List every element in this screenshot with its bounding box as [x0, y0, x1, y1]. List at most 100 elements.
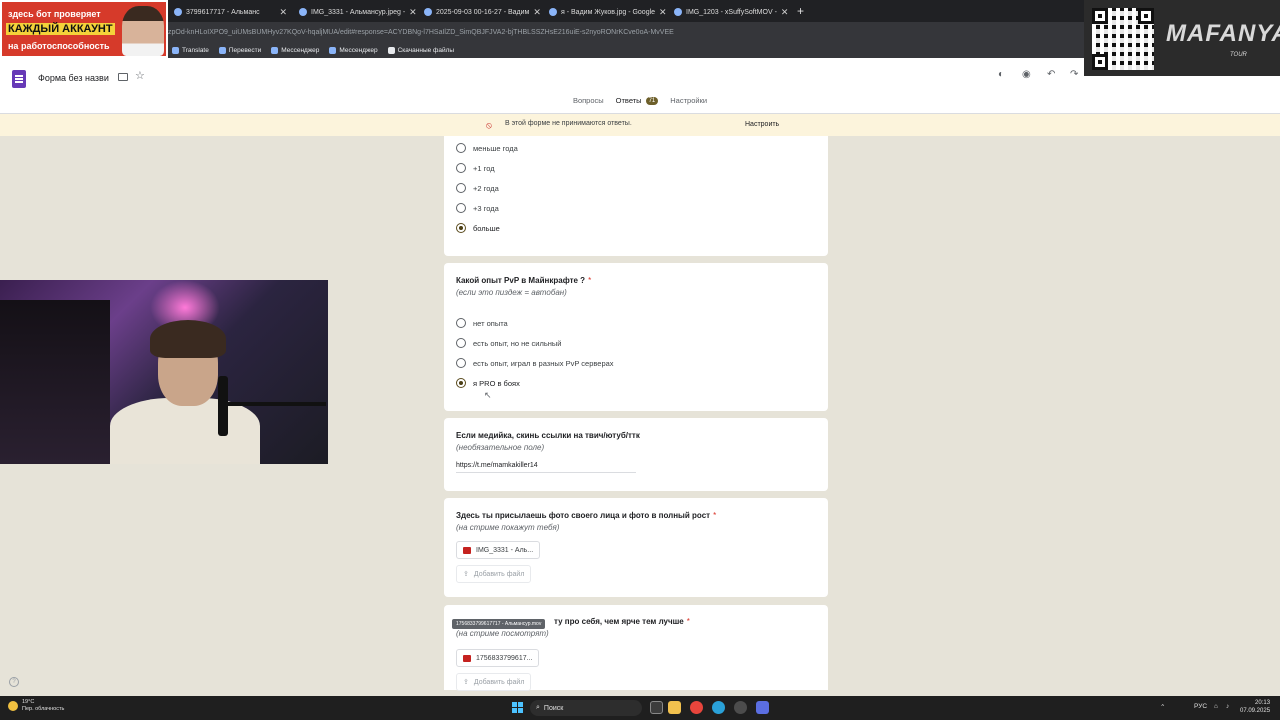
tab-questions[interactable]: Вопросы	[573, 96, 604, 109]
configure-button[interactable]: Настроить	[745, 121, 779, 128]
qr-code-icon	[1092, 8, 1154, 70]
palette-icon[interactable]: ◐	[998, 69, 1004, 80]
tab-favicon-icon	[174, 8, 182, 16]
required-asterisk: *	[686, 617, 690, 626]
add-file-button[interactable]: ⇪ Добавить файл	[456, 565, 532, 583]
radio-button[interactable]	[456, 358, 466, 368]
radio-option-selected[interactable]: больше	[456, 223, 500, 233]
brand-overlay: MAFANYA TOUR	[1084, 0, 1280, 76]
responses-off-icon: ⦸	[486, 120, 492, 130]
bookmark[interactable]: Мессенджер	[271, 46, 319, 54]
radio-button-checked[interactable]	[456, 223, 466, 233]
radio-button[interactable]	[456, 163, 466, 173]
brand-name: MAFANYA	[1166, 20, 1280, 47]
radio-option[interactable]: +2 года	[456, 183, 499, 193]
close-icon[interactable]: ✕	[659, 7, 667, 18]
question-title: Если медийка, скинь ссылки на твич/ютуб/…	[456, 431, 640, 440]
star-icon[interactable]: ☆	[135, 69, 145, 82]
network-icon[interactable]: ⌂	[1214, 703, 1218, 710]
folder-icon[interactable]	[118, 73, 128, 81]
bookmark[interactable]: Translate	[172, 46, 209, 54]
undo-icon[interactable]: ↶	[1047, 69, 1055, 80]
bookmark-icon	[172, 46, 179, 54]
windows-start-icon[interactable]	[512, 702, 523, 713]
question-title: Здесь ты присылаешь фото своего лица и ф…	[456, 511, 717, 520]
language-indicator[interactable]: РУС	[1194, 703, 1207, 710]
webcam-person-body	[110, 398, 260, 464]
answer-text-field[interactable]: https://t.me/mamkakiller14	[456, 462, 636, 473]
question-description: (на стриме покажут тебя)	[456, 523, 560, 532]
tab-responses[interactable]: Ответы 71	[616, 96, 659, 109]
webcam-person-hair	[150, 320, 226, 358]
radio-option[interactable]: есть опыт, играл в разных PvP серверах	[456, 358, 614, 368]
taskbar-search[interactable]: ⌕ Поиск	[530, 700, 642, 716]
mouse-cursor-icon: ↖	[484, 390, 492, 400]
responses-count-badge: 71	[645, 96, 659, 105]
radio-option[interactable]: есть опыт, но не сильный	[456, 338, 561, 348]
add-file-button[interactable]: ⇪ Добавить файл	[456, 673, 532, 691]
browser-tab[interactable]: 2025-09-03 00-16-27 - Вадим ✕	[418, 2, 543, 22]
close-icon[interactable]: ✕	[409, 7, 417, 18]
tab-settings[interactable]: Настройки	[670, 96, 707, 109]
promo-overlay: здесь бот проверяет КАЖДЫЙ АККАУНТ на ра…	[0, 0, 168, 58]
promo-line: на работоспособность	[8, 41, 110, 51]
file-explorer-icon[interactable]	[668, 701, 681, 714]
browser-tab[interactable]: я - Вадим Жуков.jpg - Google ✕	[543, 2, 668, 22]
banner-text: В этой форме не принимаются ответы.	[505, 120, 632, 127]
form-title[interactable]: Форма без назви	[38, 73, 109, 83]
question-title: ту про себя, чем ярче тем лучше *	[554, 617, 690, 626]
qr-finder	[1092, 8, 1108, 24]
question-card-video: ту про себя, чем ярче тем лучше * (на стр…	[444, 605, 828, 691]
system-clock[interactable]: 20:13 07.09.2025	[1240, 699, 1270, 715]
tab-favicon-icon	[674, 8, 682, 16]
radio-button[interactable]	[456, 318, 466, 328]
google-forms-logo-icon[interactable]	[12, 70, 26, 88]
uploaded-file-chip[interactable]: IMG_3331 - Аль...	[456, 541, 541, 559]
task-view-icon[interactable]	[650, 701, 663, 714]
volume-icon[interactable]: ♪	[1226, 703, 1229, 710]
close-icon[interactable]: ✕	[781, 7, 789, 18]
radio-option-selected[interactable]: я PRO в боях	[456, 378, 520, 388]
obs-icon[interactable]	[734, 701, 747, 714]
question-card-pvp: Какой опыт PvP в Майнкрафте ? * (если это…	[444, 263, 828, 411]
app-icon[interactable]	[756, 701, 769, 714]
tray-chevron-icon[interactable]: ⌃	[1160, 703, 1165, 711]
upload-icon: ⇪	[463, 571, 469, 578]
new-tab-button[interactable]: +	[797, 4, 804, 18]
required-asterisk: *	[713, 511, 717, 520]
radio-button[interactable]	[456, 143, 466, 153]
weather-temp: 19°C	[22, 699, 35, 705]
browser-tab[interactable]: IMG_3331 - Альмансур.jpeg - ✕	[293, 2, 418, 22]
question-card-experience: меньше года +1 год +2 года +3 года больш…	[444, 136, 828, 256]
question-card-photos: Здесь ты присылаешь фото своего лица и ф…	[444, 498, 828, 597]
radio-button[interactable]	[456, 183, 466, 193]
weather-widget[interactable]: 19°C Пер. облачность	[8, 699, 64, 713]
preview-eye-icon[interactable]: ◉	[1022, 69, 1031, 80]
uploaded-file-chip[interactable]: 1756833799617...	[456, 649, 540, 667]
question-description: (если это пиздеж = автобан)	[456, 288, 567, 297]
bookmark[interactable]: Мессенджер	[329, 46, 378, 54]
close-icon[interactable]: ✕	[533, 7, 541, 18]
close-icon[interactable]: ✕	[279, 7, 287, 18]
radio-button[interactable]	[456, 203, 466, 213]
radio-option[interactable]: нет опыта	[456, 318, 508, 328]
help-icon[interactable]: ?	[9, 677, 19, 687]
radio-button-checked[interactable]	[456, 378, 466, 388]
brand-subtitle: TOUR	[1230, 52, 1247, 58]
question-title: Какой опыт PvP в Майнкрафте ? *	[456, 276, 592, 285]
bookmark[interactable]: Скачанные файлы	[387, 46, 454, 54]
radio-option[interactable]: +1 год	[456, 163, 495, 173]
radio-button[interactable]	[456, 338, 466, 348]
chrome-icon[interactable]	[690, 701, 703, 714]
question-description: (необязательное поле)	[456, 443, 545, 452]
radio-option[interactable]: меньше года	[456, 143, 518, 153]
radio-option[interactable]: +3 года	[456, 203, 499, 213]
telegram-icon[interactable]	[712, 701, 725, 714]
bookmark[interactable]: Перевести	[218, 46, 261, 54]
redo-icon[interactable]: ↷	[1070, 69, 1078, 80]
tab-favicon-icon	[424, 8, 432, 16]
browser-tab[interactable]: IMG_1203 - xSuffySoftMOV - ✕	[668, 2, 793, 22]
browser-tab[interactable]: 3799617717 - Альманс ✕	[168, 2, 293, 22]
bookmark-icon	[271, 46, 279, 54]
weather-desc: Пер. облачность	[22, 706, 65, 712]
